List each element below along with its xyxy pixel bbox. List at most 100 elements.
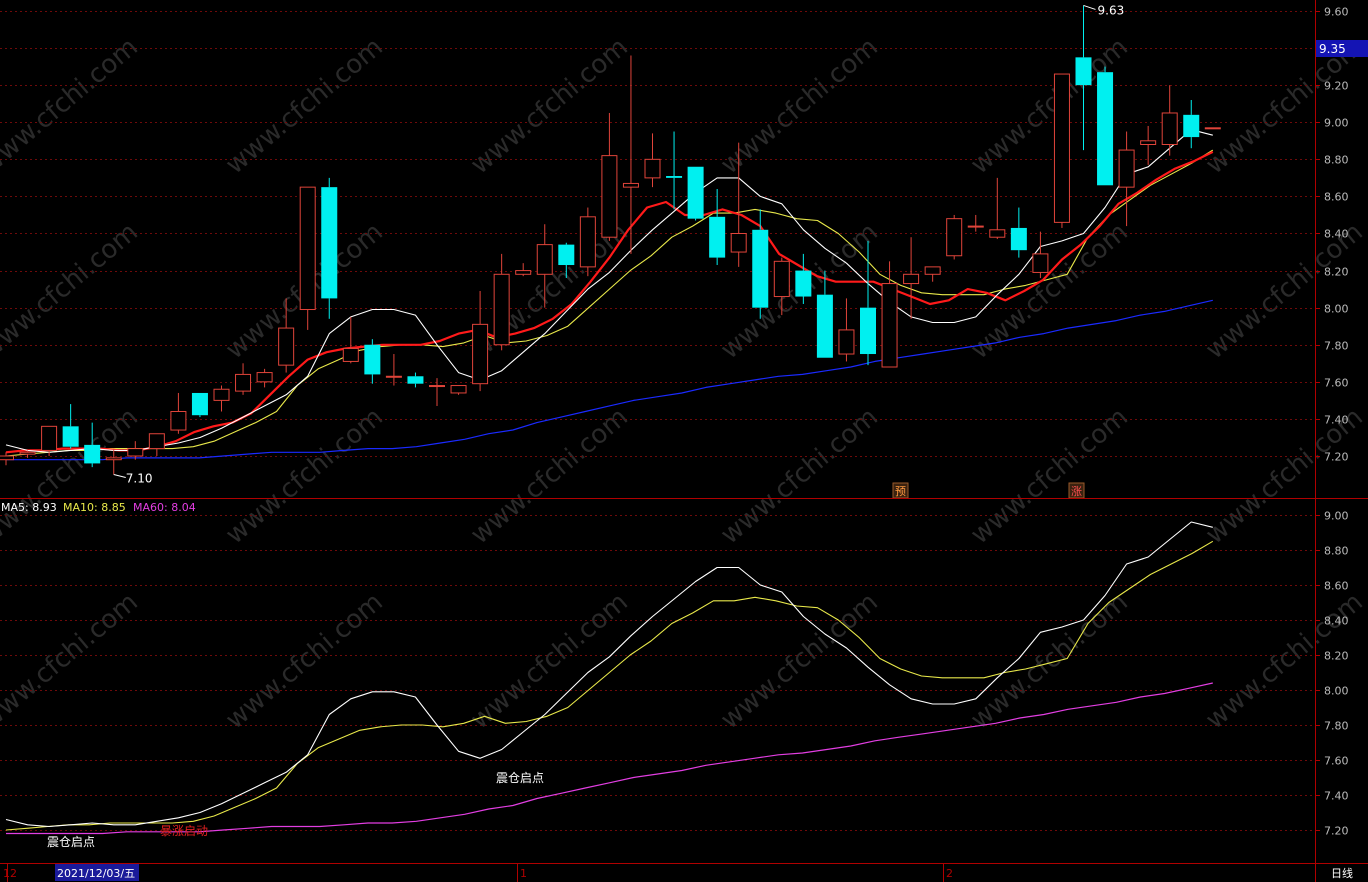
sub-axis-label: 7.20: [1324, 825, 1349, 838]
candle-body: [601, 155, 618, 238]
main-axis-label: 7.60: [1324, 377, 1349, 390]
candle-body: [946, 218, 963, 257]
main-axis-label: 8.60: [1324, 191, 1349, 204]
candle-body: [709, 216, 726, 258]
sub-axis-label: 8.00: [1324, 685, 1349, 698]
low-price-label: 7.10: [126, 472, 153, 486]
candle-body: [579, 216, 596, 268]
candle[interactable]: [579, 207, 596, 277]
sub-axis-label: 7.40: [1324, 790, 1349, 803]
candle-body: [1161, 112, 1178, 145]
sub-axis-label: 7.60: [1324, 755, 1349, 768]
main-axis-label: 8.20: [1324, 266, 1349, 279]
candle-body: [924, 266, 941, 275]
candle-body: [342, 347, 359, 362]
candle[interactable]: [191, 392, 208, 418]
candle-body: [773, 260, 790, 298]
candle[interactable]: [687, 166, 704, 221]
main-axis-label: 9.20: [1324, 80, 1349, 93]
annotation-shake-start-1: 震仓启点: [47, 835, 95, 849]
candle[interactable]: [450, 385, 467, 395]
candle-body: [1075, 57, 1092, 86]
signal-badge-yu-label: 预: [895, 485, 906, 498]
candle-body: [385, 375, 402, 378]
main-axis-label: 9.60: [1324, 6, 1349, 19]
candle-body: [558, 244, 575, 266]
sub-axis-label: 9.00: [1324, 510, 1349, 523]
candle[interactable]: [1053, 73, 1070, 228]
candle-body: [19, 451, 36, 455]
stock-chart[interactable]: www.cfchi.com www.cfchi.com www.cfchi.com w…: [0, 0, 1368, 882]
candle[interactable]: [321, 177, 338, 319]
candle-body: [666, 176, 683, 178]
signal-badge-zhang-label: 涨: [1071, 485, 1082, 498]
candle-body: [989, 229, 1006, 238]
sub-axis-label: 7.80: [1324, 720, 1349, 733]
candle[interactable]: [946, 214, 963, 260]
legend-ma10: MA10: 8.85: [63, 501, 126, 514]
candle[interactable]: [299, 186, 316, 330]
sub-axis-label: 8.20: [1324, 650, 1349, 663]
candle-body: [299, 186, 316, 311]
candle-body: [515, 270, 532, 275]
candle-body: [536, 244, 553, 275]
candle-body: [816, 294, 833, 358]
candle-body: [493, 273, 510, 346]
candle-body: [687, 166, 704, 219]
candle-body: [967, 225, 984, 228]
main-axis-label: 8.00: [1324, 303, 1349, 316]
candle-body: [730, 233, 747, 253]
candle-body: [472, 323, 489, 385]
candle-body: [62, 426, 79, 447]
signal-badge-yu[interactable]: 预: [892, 482, 909, 499]
candle-body: [644, 158, 661, 179]
candle-body: [1032, 253, 1049, 273]
sub-axis-label: 8.40: [1324, 615, 1349, 628]
candle-body: [1183, 114, 1200, 138]
candle[interactable]: [1097, 66, 1114, 186]
candle-body: [407, 376, 424, 384]
main-axis-label: 8.40: [1324, 228, 1349, 241]
period-label[interactable]: 日线: [1331, 866, 1353, 880]
candle-body: [191, 392, 208, 416]
candle-body: [278, 327, 295, 366]
candle-body: [622, 182, 639, 188]
candle-body: [235, 373, 252, 392]
candle-body: [321, 187, 338, 299]
cursor-date-label: 2021/12/03/五: [57, 867, 135, 880]
high-price-label: 9.63: [1098, 3, 1125, 17]
signal-badge-zhang[interactable]: 涨: [1068, 482, 1085, 499]
candle-body: [1010, 227, 1027, 251]
current-price-tag: 9.35: [1316, 40, 1368, 57]
month-label-1: 1: [520, 867, 527, 880]
candle-body: [1097, 72, 1114, 186]
main-axis-label: 7.20: [1324, 451, 1349, 464]
candle-body: [838, 329, 855, 355]
candle-body: [1140, 140, 1157, 146]
candle-body: [881, 283, 898, 368]
annotation-shake-start-2: 震仓启点: [496, 771, 544, 785]
candle-body: [148, 433, 165, 450]
main-axis-label: 9.00: [1324, 117, 1349, 130]
candle-body: [127, 448, 144, 457]
candle-body: [450, 385, 467, 394]
current-price-value: 9.35: [1319, 42, 1346, 56]
candle-body: [1053, 73, 1070, 223]
candle[interactable]: [1204, 127, 1221, 130]
candle-body: [0, 455, 14, 461]
candle-body: [903, 273, 920, 285]
candle-body: [41, 425, 58, 451]
candle-body: [752, 229, 769, 308]
month-label-2: 2: [946, 867, 953, 880]
candle-body: [795, 270, 812, 297]
legend-ma5: MA5: 8.93: [1, 501, 57, 514]
candle-body: [84, 444, 101, 464]
candle-body: [1118, 149, 1135, 188]
main-axis-label: 7.80: [1324, 340, 1349, 353]
candle-body: [170, 411, 187, 431]
sub-panel-legend: MA5: 8.93 MA10: 8.85 MA60: 8.04: [1, 501, 196, 514]
main-axis-label: 8.80: [1324, 154, 1349, 167]
month-label-12: 12: [3, 867, 17, 880]
candle-body: [105, 457, 122, 461]
legend-ma60: MA60: 8.04: [133, 501, 196, 514]
